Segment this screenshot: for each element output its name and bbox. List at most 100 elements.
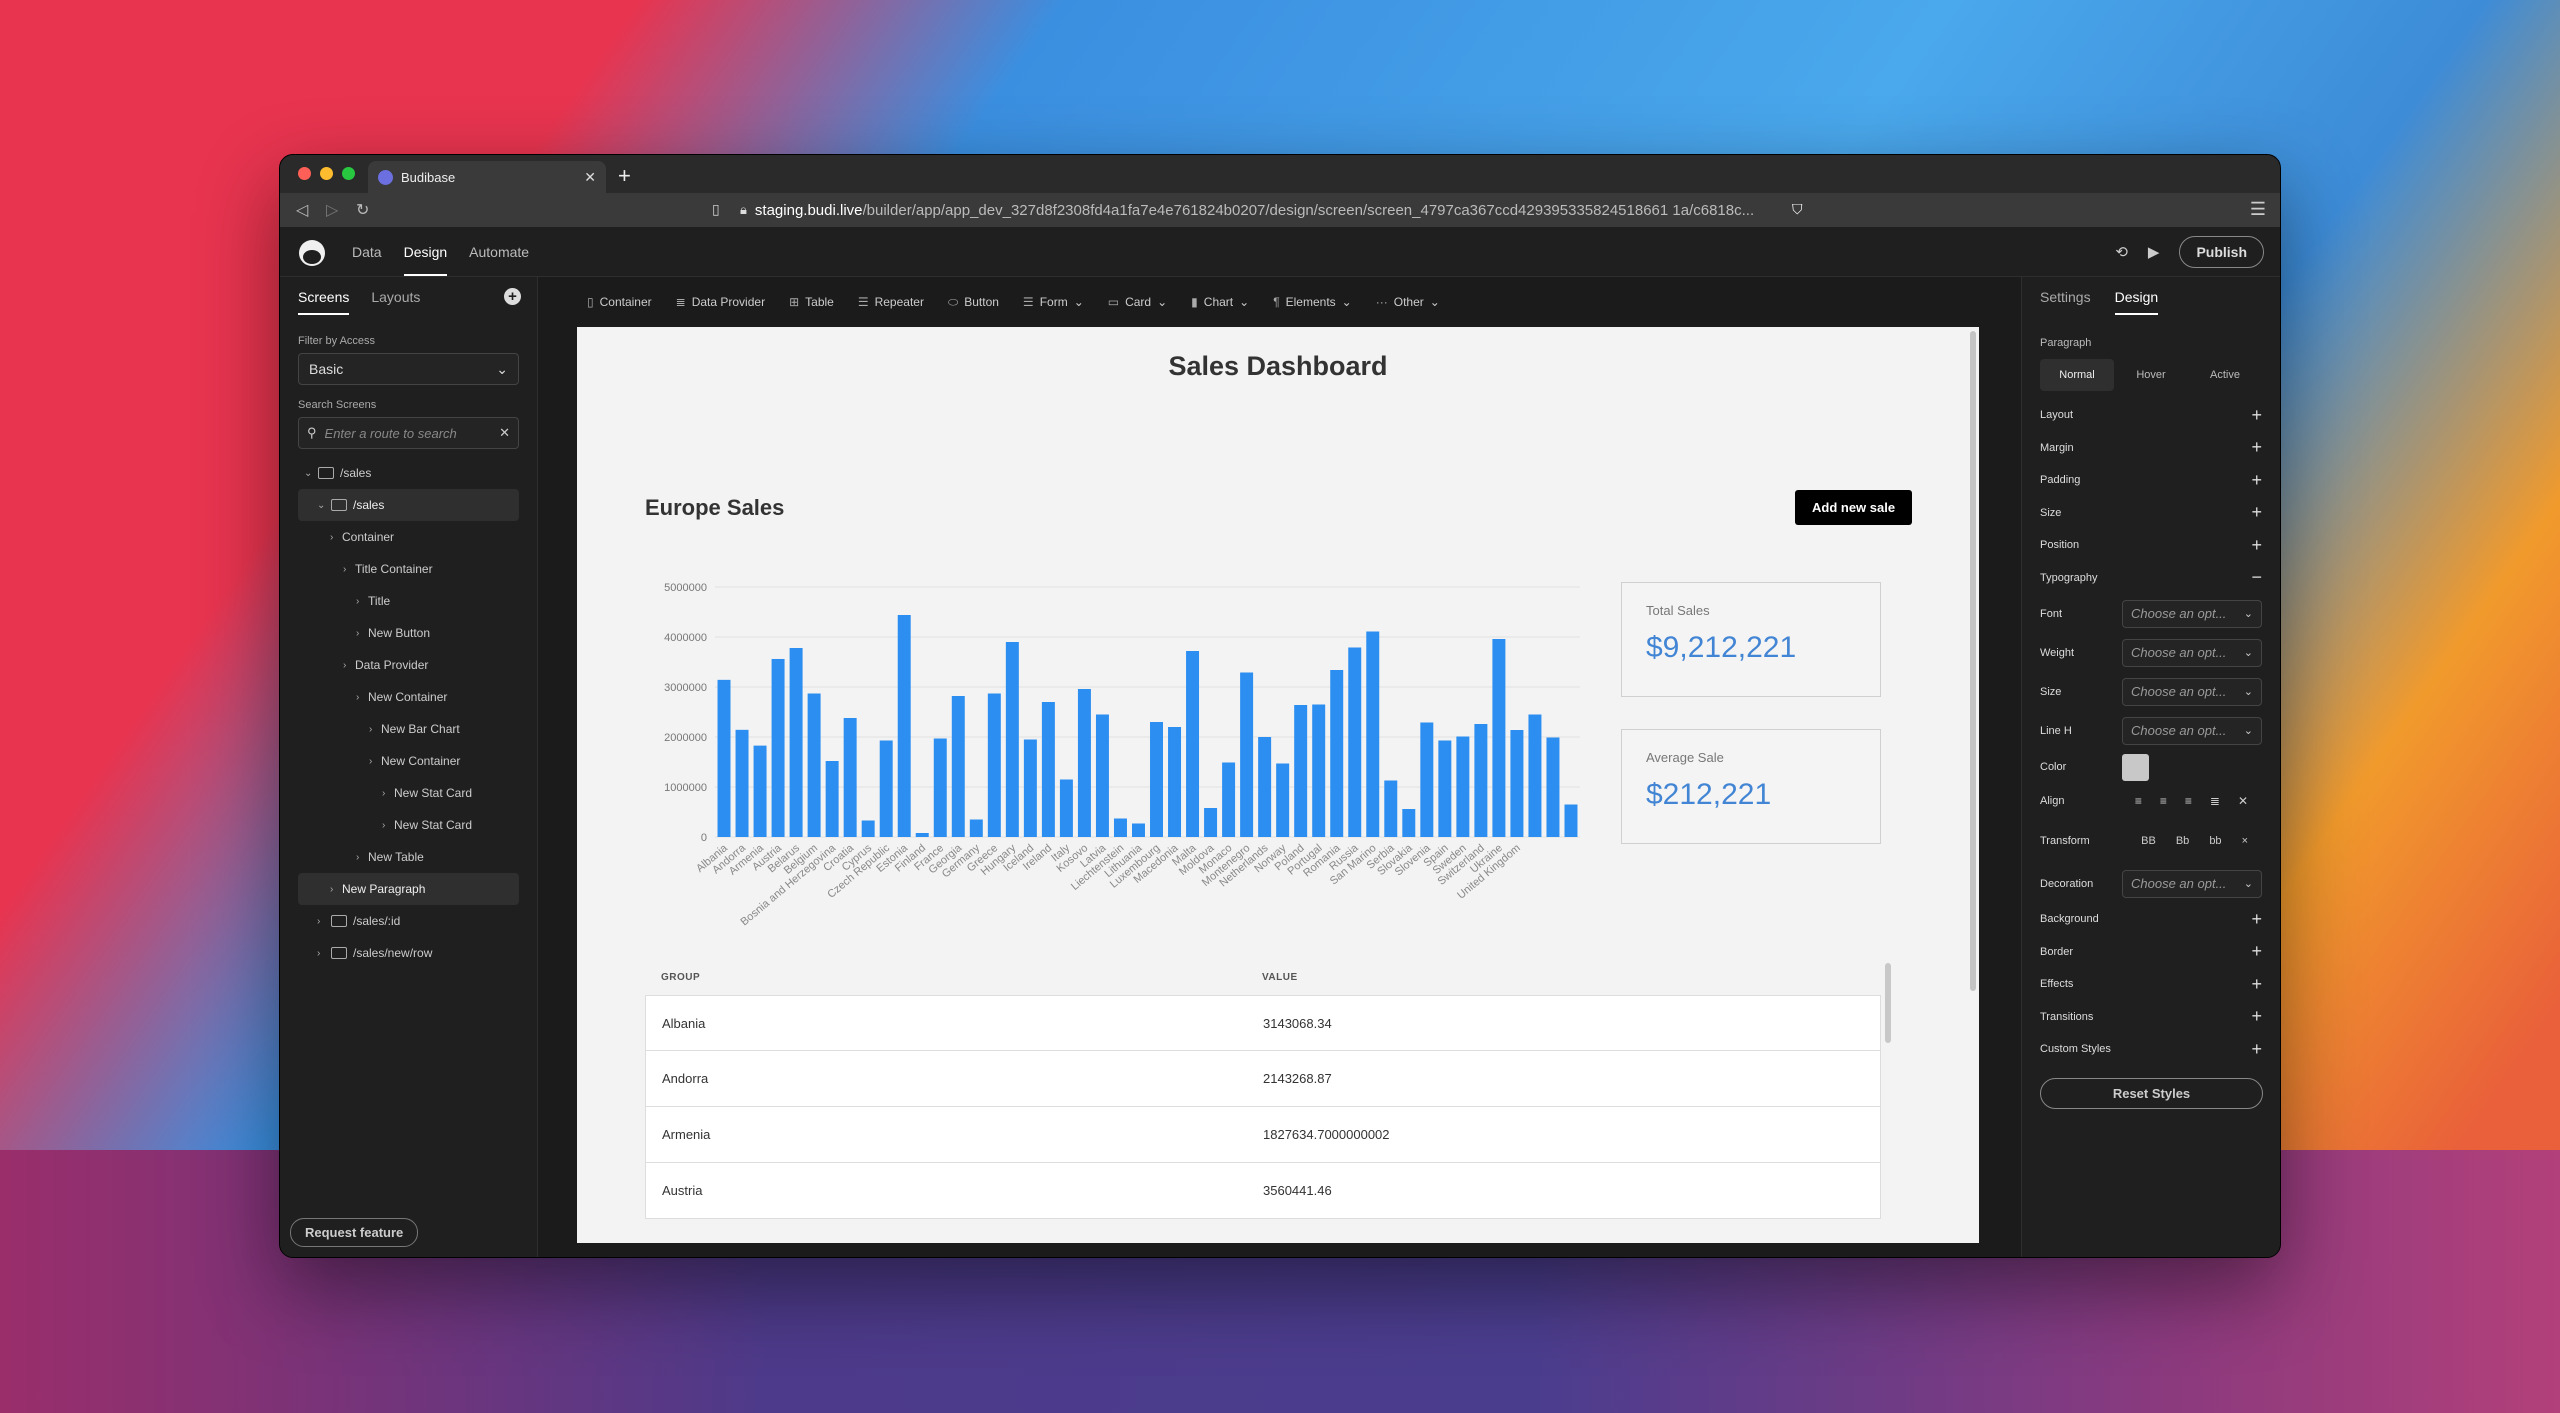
section-margin[interactable]: Margin + (2022, 432, 2280, 465)
bar[interactable] (1402, 809, 1416, 837)
toolbar-card[interactable]: ▭ Card ⌄ (1108, 295, 1167, 309)
tree-node[interactable]: ⌄ /sales (298, 489, 519, 521)
bar[interactable] (735, 729, 749, 837)
bar[interactable] (1150, 722, 1163, 837)
bar[interactable] (1420, 722, 1434, 838)
tab-design[interactable]: Design (2114, 289, 2159, 315)
reload-icon[interactable]: ↻ (356, 200, 369, 220)
close-window-button[interactable] (298, 167, 311, 180)
bar[interactable] (1474, 724, 1488, 837)
bar[interactable] (1240, 672, 1254, 838)
bar[interactable] (1168, 727, 1182, 837)
bar[interactable] (1330, 670, 1344, 837)
chevron-right-icon[interactable]: › (356, 628, 368, 639)
bar[interactable] (1132, 823, 1145, 838)
chevron-right-icon[interactable]: › (382, 788, 394, 799)
table-row[interactable]: Albania 3143068.34 (645, 995, 1881, 1051)
bar[interactable] (1546, 737, 1560, 838)
bar[interactable] (1222, 762, 1236, 838)
chevron-right-icon[interactable]: › (382, 820, 394, 831)
line-h-select[interactable]: Choose an opt... ⌄ (2122, 716, 2262, 745)
table-row[interactable]: Armenia 1827634.7000000002 (645, 1107, 1881, 1163)
section-typography[interactable]: Typography − (2022, 562, 2280, 595)
close-tab-icon[interactable]: ✕ (584, 169, 596, 186)
section-custom-styles[interactable]: Custom Styles + (2022, 1033, 2280, 1066)
tab-screens[interactable]: Screens (298, 289, 350, 315)
chevron-right-icon[interactable]: › (356, 692, 368, 703)
back-icon[interactable]: ◁ (296, 200, 308, 220)
table-row[interactable]: Austria 3560441.46 (645, 1163, 1881, 1219)
tree-node[interactable]: › /sales/:id (298, 905, 519, 937)
bar[interactable] (951, 696, 965, 837)
section-padding[interactable]: Padding + (2022, 464, 2280, 497)
align-right-icon[interactable]: ≡ (2185, 794, 2192, 808)
tree-node[interactable]: › /sales/new/row (298, 937, 519, 969)
chevron-right-icon[interactable]: › (369, 756, 381, 767)
section-position[interactable]: Position + (2022, 529, 2280, 562)
tree-node[interactable]: › New Stat Card (298, 777, 519, 809)
state-hover[interactable]: Hover (2114, 359, 2188, 391)
tree-node[interactable]: ⌄ /sales (298, 457, 519, 489)
bar[interactable] (915, 833, 929, 837)
section-title[interactable]: Europe Sales (645, 495, 784, 521)
bar[interactable] (807, 693, 821, 838)
reset-styles-button[interactable]: Reset Styles (2040, 1077, 2263, 1109)
weight-select[interactable]: Choose an opt... ⌄ (2122, 638, 2262, 667)
preview-play-icon[interactable]: ▶ (2148, 243, 2160, 261)
tree-node[interactable]: › New Paragraph (298, 873, 519, 905)
minimize-window-button[interactable] (320, 167, 333, 180)
toolbar-container[interactable]: ▯ Container (587, 295, 652, 309)
nav-design[interactable]: Design (403, 228, 448, 276)
chevron-right-icon[interactable]: › (356, 596, 368, 607)
add-new-sale-button[interactable]: Add new sale (1795, 490, 1913, 525)
browser-menu-icon[interactable]: ☰ (2250, 199, 2266, 220)
bar[interactable] (1041, 702, 1055, 837)
toolbar-elements[interactable]: ¶ Elements ⌄ (1273, 295, 1352, 309)
add-screen-icon[interactable]: + (504, 288, 521, 305)
bar[interactable] (753, 745, 767, 837)
bar[interactable] (1456, 736, 1470, 838)
tree-node[interactable]: › New Bar Chart (298, 713, 519, 745)
bookmark-icon[interactable]: ▯ (712, 201, 720, 218)
bar[interactable] (789, 648, 803, 837)
forward-icon[interactable]: ▷ (326, 200, 338, 220)
tree-node[interactable]: › New Container (298, 681, 519, 713)
chevron-right-icon[interactable]: › (369, 724, 381, 735)
bar[interactable] (879, 740, 893, 838)
decoration-select[interactable]: Choose an opt... ⌄ (2122, 869, 2262, 898)
bar[interactable] (1384, 780, 1398, 838)
uppercase-option[interactable]: BB (2141, 835, 2156, 847)
stat-card-total[interactable]: Total Sales $9,212,221 (1621, 582, 1881, 697)
nav-data[interactable]: Data (352, 244, 382, 260)
section-effects[interactable]: Effects + (2022, 968, 2280, 1001)
toolbar-other[interactable]: ··· Other ⌄ (1376, 295, 1440, 309)
bar[interactable] (825, 761, 839, 837)
lowercase-option[interactable]: bb (2209, 835, 2221, 847)
table-row[interactable]: Andorra 2143268.87 (645, 1051, 1881, 1107)
tab-layouts[interactable]: Layouts (371, 289, 420, 315)
size-select[interactable]: Choose an opt... ⌄ (2122, 677, 2262, 706)
sales-bar-chart[interactable]: 010000002000000300000040000005000000Alba… (645, 567, 1595, 957)
column-header[interactable]: VALUE (1262, 972, 1298, 983)
clear-align-icon[interactable]: ✕ (2238, 794, 2248, 808)
request-feature-button[interactable]: Request feature (290, 1218, 419, 1247)
canvas-scrollbar[interactable] (1970, 331, 1976, 991)
align-justify-icon[interactable]: ≣ (2210, 794, 2220, 808)
color-swatch[interactable] (2122, 753, 2149, 781)
capitalize-option[interactable]: Bb (2176, 835, 2189, 847)
bar[interactable] (1438, 740, 1452, 838)
maximize-window-button[interactable] (342, 167, 355, 180)
undo-icon[interactable]: ⟲ (2115, 243, 2128, 261)
sales-table[interactable]: GROUP VALUE Albania 3143068.34 Andorra 2143… (645, 959, 1891, 1219)
tree-node[interactable]: › Title (298, 585, 519, 617)
bar[interactable] (897, 615, 911, 837)
clear-search-icon[interactable]: ✕ (499, 425, 510, 441)
toolbar-chart[interactable]: ▮ Chart ⌄ (1191, 295, 1249, 309)
chevron-down-icon[interactable]: ⌄ (304, 468, 316, 479)
bar[interactable] (1294, 705, 1308, 837)
toolbar-table[interactable]: ⊞ Table (789, 295, 834, 309)
bar[interactable] (1348, 647, 1362, 838)
chevron-right-icon[interactable]: › (330, 532, 342, 543)
bar[interactable] (1528, 714, 1542, 838)
stat-card-average[interactable]: Average Sale $212,221 (1621, 729, 1881, 844)
